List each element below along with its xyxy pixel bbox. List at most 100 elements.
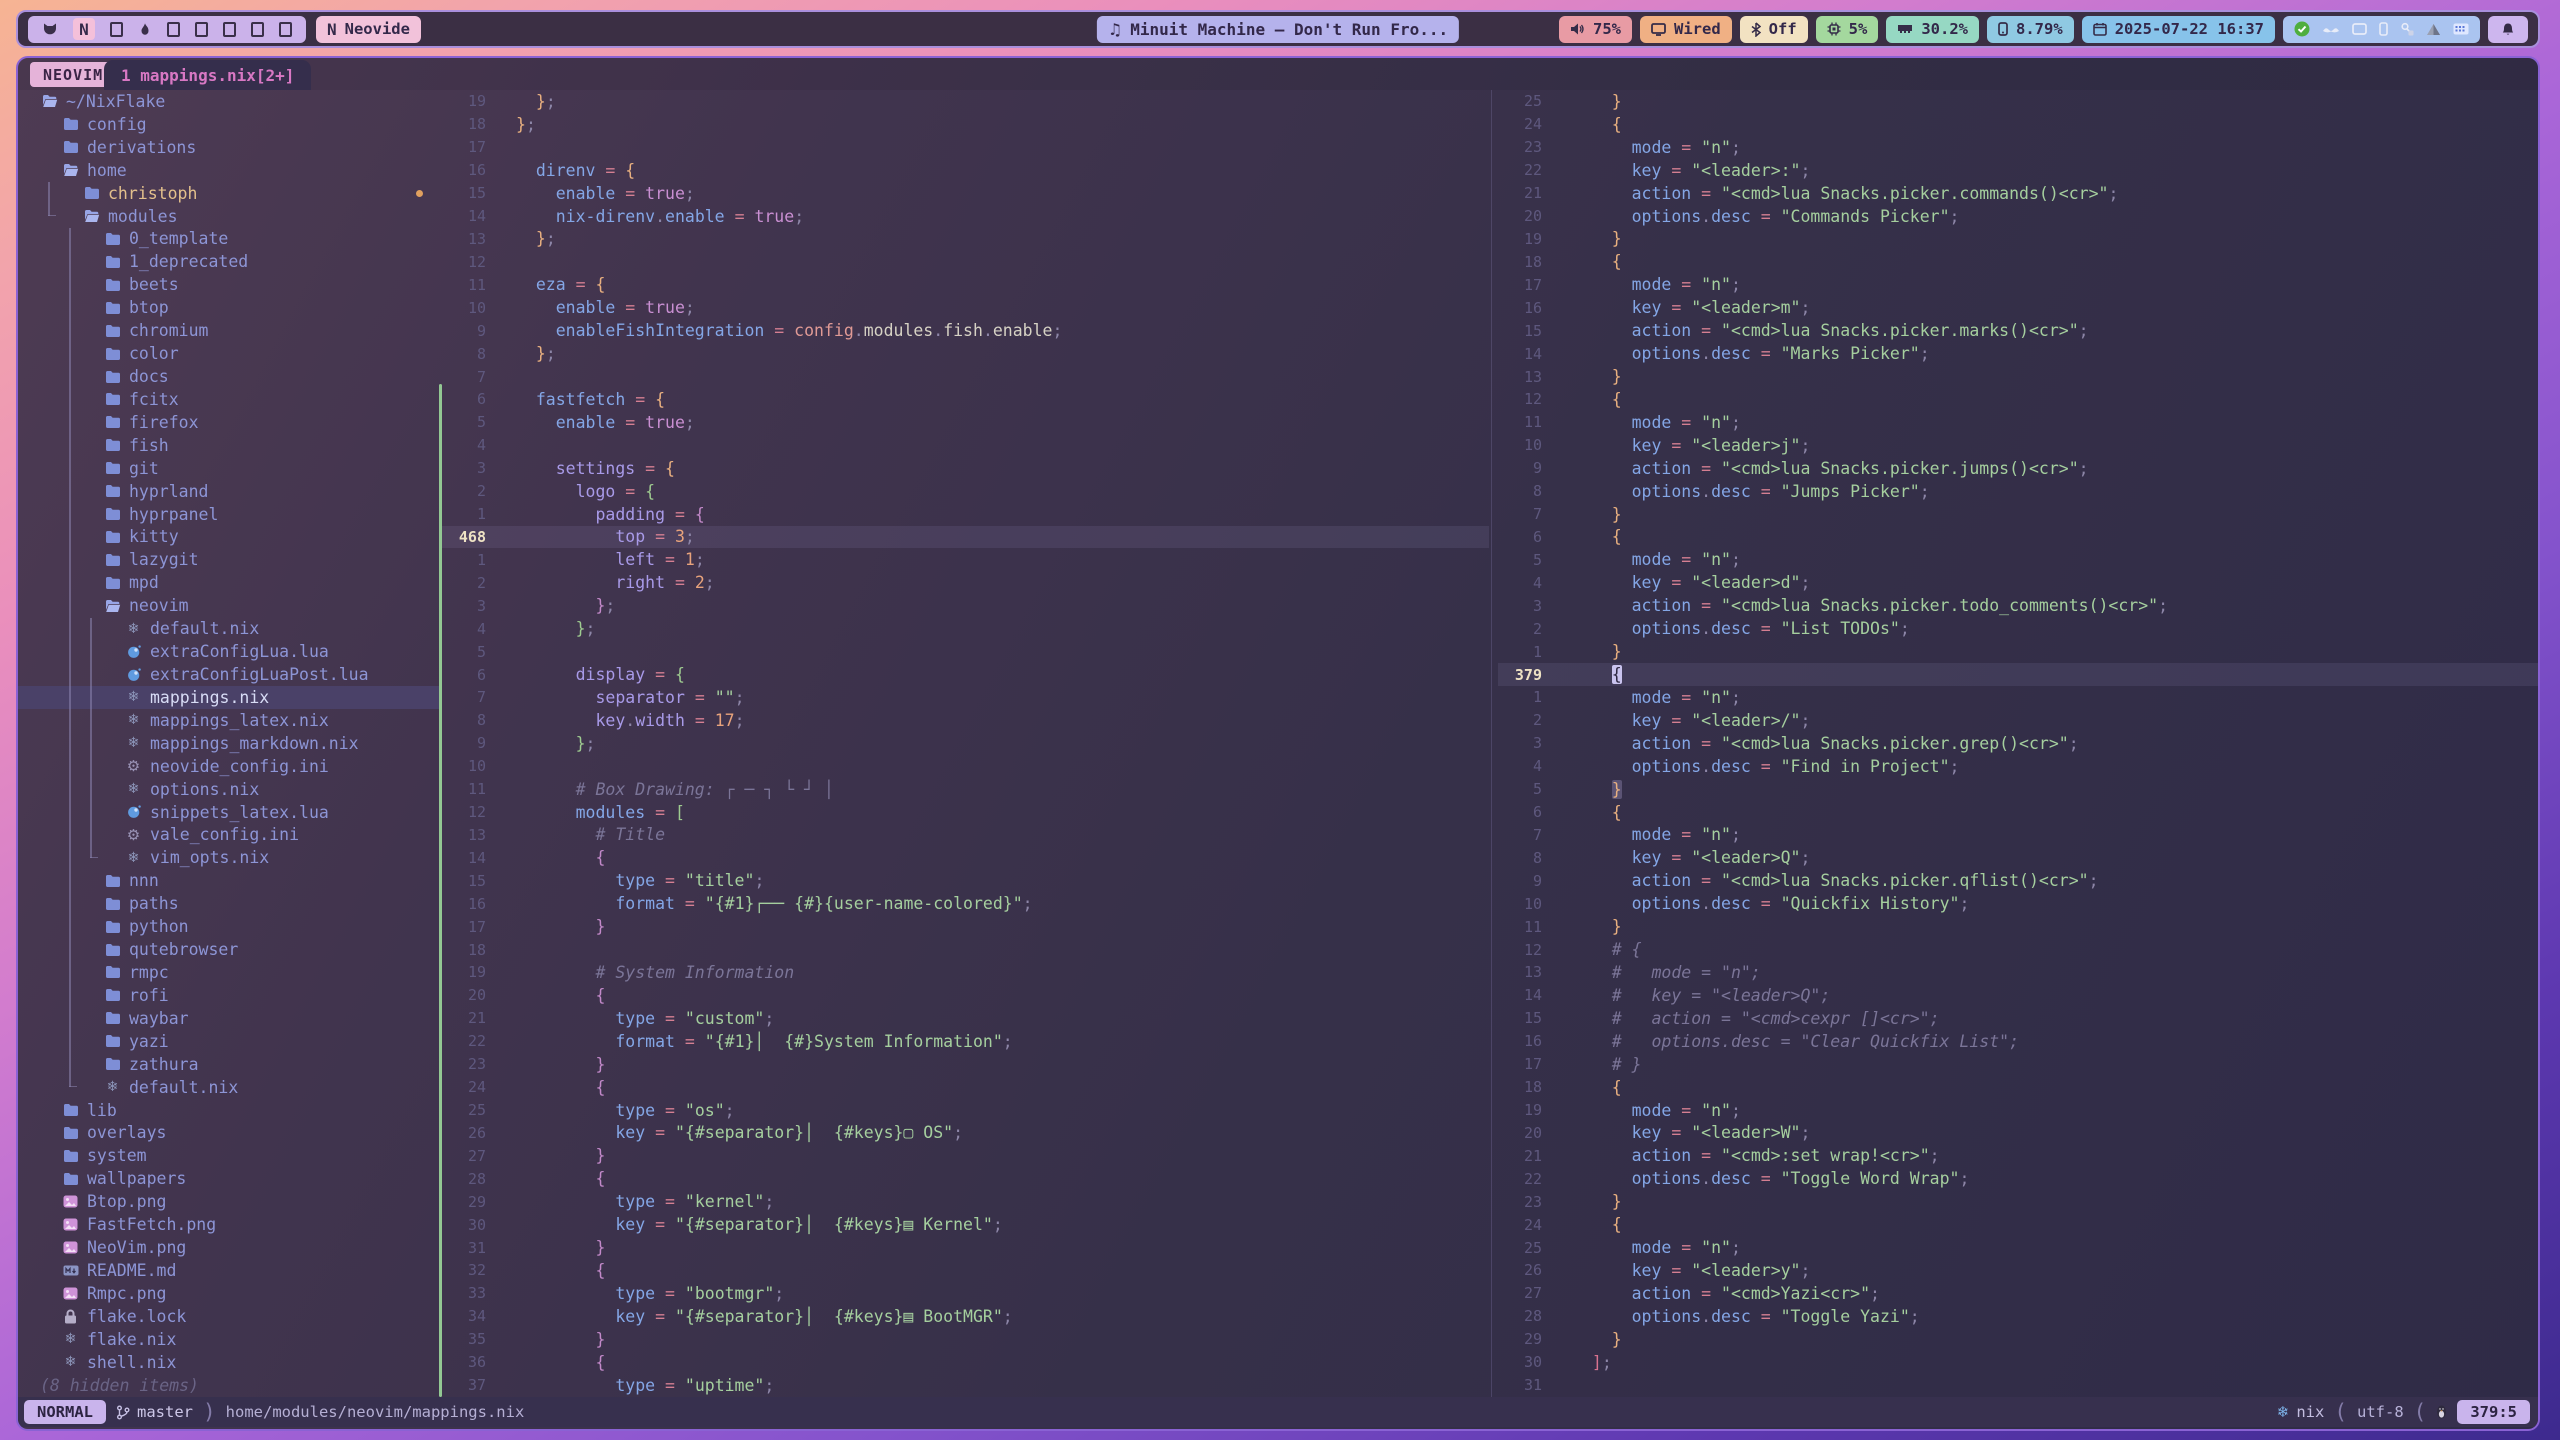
media-player-pill[interactable]: ♫ Minuit Machine – Don't Run Fro... (1097, 16, 1459, 43)
tree-item-mappings_latex.nix[interactable]: ❄mappings_latex.nix (18, 709, 439, 732)
memory-pill[interactable]: 30.2% (1886, 16, 1979, 43)
tree-folder-yazi[interactable]: yazi (18, 1030, 439, 1053)
tree-item-neovim.png[interactable]: NeoVim.png (18, 1236, 439, 1259)
tree-folder-chromium[interactable]: chromium (18, 319, 439, 342)
cpu-pill[interactable]: 5% (1816, 16, 1879, 43)
tray-key-icon[interactable] (2400, 22, 2414, 36)
tree-folder-~nixflake[interactable]: ~/NixFlake (18, 90, 439, 113)
pane-divider[interactable] (1491, 90, 1492, 1397)
workspace-1-cat[interactable] (42, 22, 58, 37)
workspace-7-square[interactable] (223, 22, 236, 37)
tree-folder-rofi[interactable]: rofi (18, 984, 439, 1007)
tree-folder-config[interactable]: config (18, 113, 439, 136)
tree-folder-neovim[interactable]: neovim (18, 594, 439, 617)
editor-pane-right[interactable]: 25 }24 {23 mode = "n";22 key = "<leader>… (1498, 90, 2540, 1397)
tree-folder-0_template[interactable]: 0_template (18, 228, 439, 251)
tree-folder-zathura[interactable]: zathura (18, 1053, 439, 1076)
workspace-3-square[interactable] (110, 22, 123, 37)
tree-item-extraconfigluapost.lua[interactable]: extraConfigLuaPost.lua (18, 663, 439, 686)
bluetooth-pill[interactable]: Off (1740, 16, 1808, 43)
tree-item-default.nix[interactable]: ❄default.nix (18, 617, 439, 640)
tree-folder-fcitx[interactable]: fcitx (18, 388, 439, 411)
tray-window-icon[interactable] (2352, 23, 2367, 35)
network-pill[interactable]: Wired (1640, 16, 1732, 43)
line-number: 16 (1498, 299, 1542, 317)
tree-item-btop.png[interactable]: Btop.png (18, 1190, 439, 1213)
tray-wave-icon[interactable] (2322, 24, 2340, 34)
tree-item-mappings_markdown.nix[interactable]: ❄mappings_markdown.nix (18, 732, 439, 755)
tree-folder-python[interactable]: python (18, 915, 439, 938)
tray-triangle-icon[interactable] (2426, 23, 2441, 36)
tree-item-rmpc.png[interactable]: Rmpc.png (18, 1282, 439, 1305)
line-number: 11 (442, 780, 486, 798)
editor-pane-left[interactable]: 19 };18};1716 direnv = {15 enable = true… (442, 90, 1489, 1397)
code-line: 29 type = "kernel"; (442, 1190, 1489, 1213)
tree-item-extraconfiglua.lua[interactable]: extraConfigLua.lua (18, 640, 439, 663)
workspace-8-square[interactable] (251, 22, 264, 37)
tray-keyboard-icon[interactable] (2453, 23, 2469, 35)
git-branch[interactable]: master (116, 1403, 193, 1421)
code-line: 1 mode = "n"; (1498, 686, 2540, 709)
tree-folder-paths[interactable]: paths (18, 892, 439, 915)
system-tray[interactable] (2283, 16, 2480, 43)
tree-folder-christoph[interactable]: christoph (18, 182, 439, 205)
code-line: 6 fastfetch = { (442, 388, 1489, 411)
tree-folder-kitty[interactable]: kitty (18, 526, 439, 549)
tree-folder-mpd[interactable]: mpd (18, 571, 439, 594)
tree-item-vale_config.ini[interactable]: ⚙vale_config.ini (18, 824, 439, 847)
tree-item-flake.lock[interactable]: flake.lock (18, 1305, 439, 1328)
tree-item-shell.nix[interactable]: ❄shell.nix (18, 1351, 439, 1374)
tree-folder-waybar[interactable]: waybar (18, 1007, 439, 1030)
tree-item-flake.nix[interactable]: ❄flake.nix (18, 1328, 439, 1351)
tree-folder-git[interactable]: git (18, 457, 439, 480)
tree-folder-modules[interactable]: modules (18, 205, 439, 228)
workspace-switcher[interactable]: N (28, 16, 306, 43)
tree-item-default.nix[interactable]: ❄default.nix (18, 1076, 439, 1099)
tree-item-vim_opts.nix[interactable]: ❄vim_opts.nix (18, 846, 439, 869)
tree-folder-wallpapers[interactable]: wallpapers (18, 1167, 439, 1190)
tree-folder-fish[interactable]: fish (18, 434, 439, 457)
workspace-9-square[interactable] (279, 22, 292, 37)
tree-folder-lazygit[interactable]: lazygit (18, 548, 439, 571)
file-tree[interactable]: ~/NixFlakeconfigderivationshomechristoph… (18, 90, 439, 1397)
tree-folder-qutebrowser[interactable]: qutebrowser (18, 938, 439, 961)
clock-pill[interactable]: 2025-07-22 16:37 (2082, 16, 2275, 43)
tree-folder-1_deprecated[interactable]: 1_deprecated (18, 250, 439, 273)
tree-folder-home[interactable]: home (18, 159, 439, 182)
tree-folder-derivations[interactable]: derivations (18, 136, 439, 159)
tree-folder-beets[interactable]: beets (18, 273, 439, 296)
tray-phone2-icon[interactable] (2379, 22, 2388, 36)
line-number: 22 (1498, 1170, 1542, 1188)
workspace-5-square[interactable] (167, 22, 180, 37)
tree-folder-hyprpanel[interactable]: hyprpanel (18, 503, 439, 526)
tree-folder-firefox[interactable]: firefox (18, 411, 439, 434)
workspace-2-neovim-active[interactable]: N (73, 18, 95, 40)
tree-folder-overlays[interactable]: overlays (18, 1121, 439, 1144)
tree-folder-btop[interactable]: btop (18, 296, 439, 319)
tree-item-label: mappings_latex.nix (150, 711, 329, 730)
disk-pill[interactable]: 8.79% (1987, 16, 2074, 43)
tree-folder-lib[interactable]: lib (18, 1099, 439, 1122)
tree-folder-color[interactable]: color (18, 342, 439, 365)
tree-folder-nnn[interactable]: nnn (18, 869, 439, 892)
tree-folder-hyprland[interactable]: hyprland (18, 480, 439, 503)
code-text: # Title (516, 825, 665, 844)
tree-folder-system[interactable]: system (18, 1144, 439, 1167)
tree-item-fastfetch.png[interactable]: FastFetch.png (18, 1213, 439, 1236)
notifications-button[interactable] (2488, 16, 2528, 43)
tree-item-mappings.nix[interactable]: ❄mappings.nix (18, 686, 439, 709)
tree-item-neovide_config.ini[interactable]: ⚙neovide_config.ini (18, 755, 439, 778)
code-line: 17 mode = "n"; (1498, 273, 2540, 296)
workspace-4-flame[interactable] (138, 22, 152, 37)
tree-folder-docs[interactable]: docs (18, 365, 439, 388)
volume-pill[interactable]: 75% (1559, 16, 1632, 43)
tab-mappings-nix[interactable]: 1 mappings.nix[2+] (104, 60, 311, 90)
tree-item-snippets_latex.lua[interactable]: snippets_latex.lua (18, 801, 439, 824)
tray-check-icon[interactable] (2294, 21, 2310, 37)
tree-item-readme.md[interactable]: README.md (18, 1259, 439, 1282)
workspace-6-square[interactable] (195, 22, 208, 37)
tree-item-options.nix[interactable]: ❄options.nix (18, 778, 439, 801)
tree-item-8hiddenitems[interactable]: (8 hidden items) (18, 1374, 439, 1397)
active-app-pill[interactable]: N Neovide (316, 16, 421, 43)
tree-folder-rmpc[interactable]: rmpc (18, 961, 439, 984)
